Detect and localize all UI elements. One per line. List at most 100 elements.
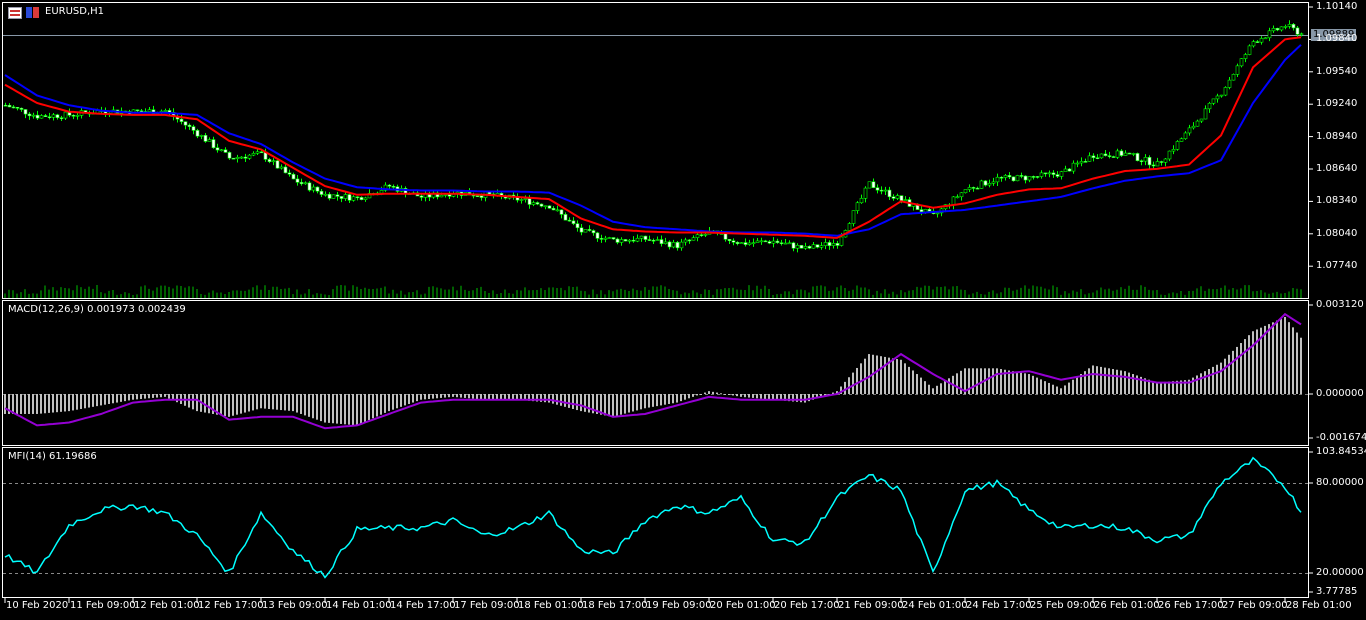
- chart-window-icon[interactable]: [8, 7, 22, 19]
- macd-histogram-bar: [1028, 374, 1030, 394]
- macd-histogram-bar: [228, 394, 230, 417]
- macd-histogram-bar: [308, 394, 310, 417]
- macd-histogram-bar: [196, 394, 198, 412]
- candle-body: [1075, 162, 1080, 165]
- macd-histogram-bar: [476, 394, 478, 399]
- candle-body: [255, 151, 260, 154]
- candle-body: [1223, 87, 1228, 96]
- time-axis-label: 19 Feb 09:00: [646, 600, 712, 611]
- macd-axis-label: 0.003120: [1316, 299, 1364, 310]
- macd-histogram-bar: [1088, 368, 1090, 394]
- macd-histogram-bar: [396, 394, 398, 409]
- symbol-icon[interactable]: [26, 7, 39, 18]
- candle-body: [195, 130, 200, 137]
- candle-body: [379, 190, 384, 194]
- axes: [4, 6, 1313, 603]
- candle-body: [675, 242, 680, 249]
- candle-body: [1255, 41, 1260, 43]
- candle-body: [971, 187, 976, 189]
- ma-slow-line: [4, 44, 1302, 237]
- candle-body: [139, 110, 144, 113]
- candle-body: [1215, 95, 1220, 100]
- candle-body: [43, 115, 48, 117]
- macd-histogram-bar: [580, 394, 582, 412]
- candle-body: [567, 219, 572, 222]
- macd-histogram-bar: [996, 368, 998, 394]
- candle-body: [351, 196, 356, 201]
- candle-body: [767, 241, 772, 244]
- macd-histogram-bar: [1256, 329, 1258, 394]
- candle-body: [791, 242, 796, 249]
- macd-histogram-bar: [384, 394, 386, 413]
- candle-body: [363, 197, 368, 200]
- macd-histogram-bar: [44, 394, 46, 414]
- candle-body: [475, 195, 480, 198]
- macd-histogram-bar: [260, 394, 262, 409]
- macd-histogram-bar: [16, 394, 18, 414]
- macd-histogram-bar: [676, 394, 678, 403]
- time-axis-label: 27 Feb 09:00: [1222, 600, 1288, 611]
- candle-body: [3, 104, 8, 107]
- candle-body: [1287, 24, 1292, 27]
- macd-histogram-bar: [896, 359, 898, 394]
- macd-histogram-bar: [1052, 384, 1054, 394]
- macd-histogram-bar: [548, 394, 550, 403]
- macd-histogram-bar: [1040, 379, 1042, 394]
- macd-histogram-bar: [292, 394, 294, 412]
- candle-body: [1003, 175, 1008, 178]
- macd-histogram-bar: [1248, 335, 1250, 394]
- macd-histogram-bar: [32, 394, 34, 414]
- macd-histogram-bar: [448, 394, 450, 398]
- macd-histogram-bar: [972, 368, 974, 394]
- mfi-axis-label: 103.84534: [1316, 446, 1366, 457]
- macd-histogram-bar: [712, 391, 714, 394]
- macd-histogram-bar: [948, 378, 950, 394]
- macd-histogram-bar: [740, 394, 742, 397]
- time-axis-label: 24 Feb 01:00: [902, 600, 968, 611]
- candle-body: [691, 237, 696, 241]
- candle-body: [243, 156, 248, 159]
- candle-body: [835, 243, 840, 246]
- candle-body: [987, 183, 992, 186]
- macd-histogram-bar: [332, 394, 334, 424]
- macd-histogram-bar: [884, 356, 886, 394]
- time-axis-label: 12 Feb 01:00: [134, 600, 200, 611]
- candle-body: [215, 147, 220, 151]
- price-axis-label: 1.08340: [1316, 195, 1358, 207]
- mfi-panel-frame: [2, 447, 1309, 598]
- macd-histogram-bar: [1116, 369, 1118, 394]
- macd-histogram-bar: [1280, 318, 1282, 394]
- candle-body: [683, 239, 688, 243]
- macd-histogram-bar: [140, 394, 142, 399]
- macd-histogram-bar: [220, 394, 222, 416]
- macd-histogram-bar: [756, 394, 758, 399]
- candle-body: [583, 229, 588, 233]
- macd-histogram-bar: [852, 372, 854, 394]
- macd-histogram-bar: [1056, 386, 1058, 394]
- macd-histogram-bar: [104, 394, 106, 405]
- chart-canvas[interactable]: [0, 0, 1366, 620]
- candle-body: [1111, 156, 1116, 158]
- candle-body: [1107, 155, 1112, 157]
- price-axis-label: 1.09840: [1316, 33, 1358, 45]
- macd-histogram-bar: [544, 394, 546, 403]
- candle-body: [1063, 168, 1068, 172]
- macd-histogram-bar: [1292, 327, 1294, 394]
- macd-histogram-bar: [1060, 388, 1062, 394]
- macd-histogram-bar: [620, 394, 622, 415]
- macd-histogram-bar: [24, 394, 26, 414]
- candle-body: [1011, 176, 1016, 182]
- candle-body: [1159, 161, 1164, 163]
- candle-body: [1079, 161, 1084, 164]
- candle-body: [1299, 33, 1304, 36]
- candle-body: [771, 240, 776, 244]
- macd-histogram-bar: [152, 394, 154, 398]
- macd-histogram-bar: [1276, 320, 1278, 394]
- macd-histogram-bar: [360, 394, 362, 424]
- candle-body: [267, 159, 272, 162]
- candle-body: [779, 242, 784, 244]
- candle-body: [1119, 150, 1124, 156]
- macd-histogram-bar: [432, 394, 434, 399]
- time-axis-label: 18 Feb 01:00: [518, 600, 584, 611]
- macd-histogram-bar: [1012, 371, 1014, 394]
